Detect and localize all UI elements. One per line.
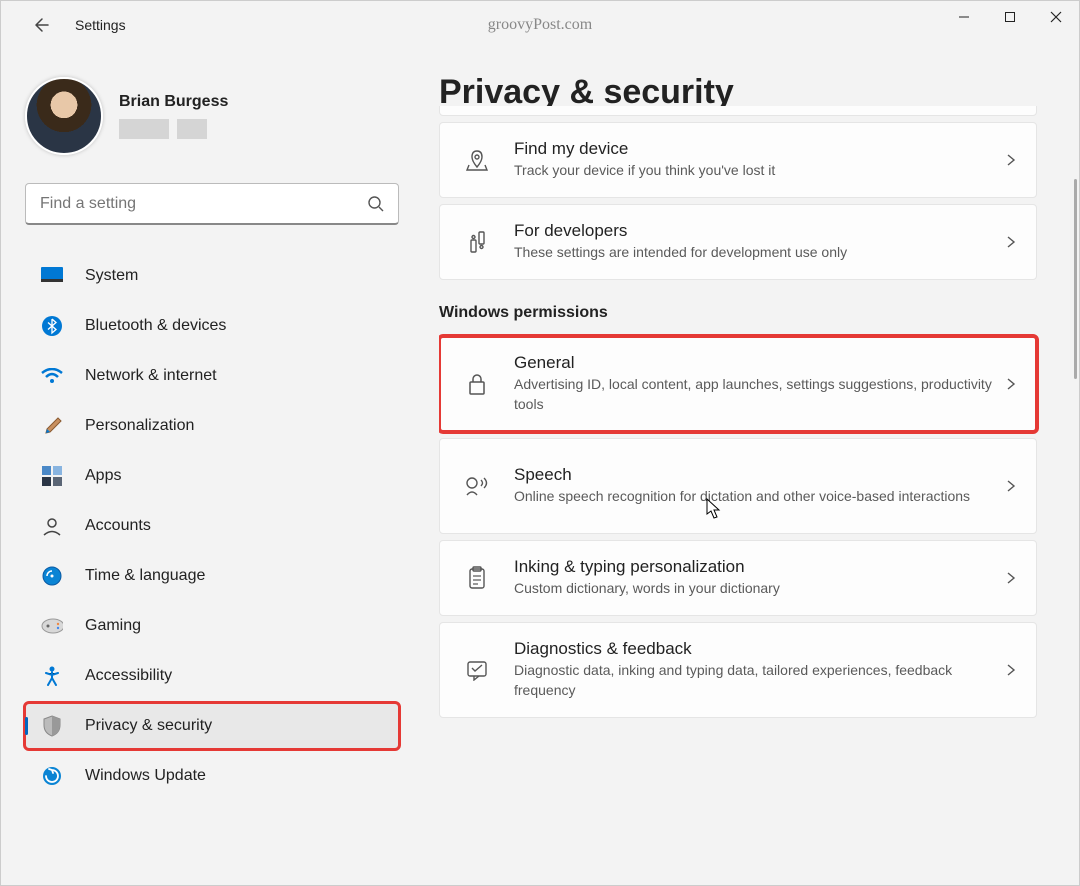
card-sub: Advertising ID, local content, app launc… [514,375,1006,414]
update-icon [41,765,63,787]
card-title: Speech [514,465,1006,485]
location-icon [464,149,490,171]
card-sub: Track your device if you think you've lo… [514,161,1006,181]
sidebar-item-apps[interactable]: Apps [25,453,399,499]
sidebar-item-personalization[interactable]: Personalization [25,403,399,449]
maximize-button[interactable] [987,1,1033,33]
search-input[interactable] [25,183,399,225]
minimize-button[interactable] [941,1,987,33]
accounts-icon [41,515,63,537]
nav-label: Bluetooth & devices [85,317,226,335]
search-icon [367,195,385,213]
clipboard-icon [464,566,490,590]
chevron-right-icon [1006,571,1016,585]
card-sub: Custom dictionary, words in your diction… [514,579,1006,599]
card-windows-security[interactable]: Antivirus, browser, firewall, and networ… [439,106,1037,116]
maximize-icon [1004,11,1016,23]
nav-label: Network & internet [85,367,217,385]
chevron-right-icon [1006,235,1016,249]
nav-label: System [85,267,138,285]
search-box[interactable] [25,183,399,225]
card-find-device[interactable]: Find my device Track your device if you … [439,122,1037,198]
back-button[interactable] [21,5,61,45]
apps-icon [41,465,63,487]
profile[interactable]: Brian Burgess [25,77,401,155]
gaming-icon [41,615,63,637]
wifi-icon [41,365,63,387]
scrollbar[interactable] [1074,179,1077,379]
speech-icon [464,475,490,497]
nav-label: Apps [85,467,121,485]
back-arrow-icon [33,17,49,33]
card-title: For developers [514,221,1006,241]
nav-label: Gaming [85,617,141,635]
titlebar: Settings groovyPost.com [1,1,1079,49]
card-sub: Online speech recognition for dictation … [514,487,1006,507]
close-icon [1050,11,1062,23]
profile-meta [119,119,228,139]
nav: System Bluetooth & devices Network & int… [25,253,401,799]
sidebar-item-gaming[interactable]: Gaming [25,603,399,649]
card-title: Diagnostics & feedback [514,639,1006,659]
brush-icon [41,415,63,437]
card-sub: Diagnostic data, inking and typing data,… [514,661,1006,700]
nav-label: Personalization [85,417,194,435]
nav-label: Time & language [85,567,205,585]
card-speech[interactable]: Speech Online speech recognition for dic… [439,438,1037,534]
sidebar-item-privacy[interactable]: Privacy & security [25,703,399,749]
chevron-right-icon [1006,663,1016,677]
sidebar-item-network[interactable]: Network & internet [25,353,399,399]
card-general[interactable]: General Advertising ID, local content, a… [439,336,1037,432]
sidebar-item-update[interactable]: Windows Update [25,753,399,799]
section-title: Windows permissions [439,304,1055,322]
dev-icon [464,230,490,254]
card-inking[interactable]: Inking & typing personalization Custom d… [439,540,1037,616]
sidebar: Brian Burgess System Bluetooth & devices [1,49,401,885]
chevron-right-icon [1006,377,1016,391]
watermark: groovyPost.com [488,16,592,34]
card-title: General [514,353,1006,373]
sidebar-item-system[interactable]: System [25,253,399,299]
sidebar-item-bluetooth[interactable]: Bluetooth & devices [25,303,399,349]
window-controls [941,1,1079,33]
card-sub: These settings are intended for developm… [514,243,1006,263]
nav-label: Privacy & security [85,717,212,735]
chevron-right-icon [1006,479,1016,493]
accessibility-icon [41,665,63,687]
feedback-icon [464,659,490,681]
sidebar-item-accounts[interactable]: Accounts [25,503,399,549]
lock-icon [464,372,490,396]
card-title: Find my device [514,139,1006,159]
nav-label: Accessibility [85,667,172,685]
shield-icon [41,715,63,737]
card-diagnostics[interactable]: Diagnostics & feedback Diagnostic data, … [439,622,1037,718]
sidebar-item-time[interactable]: Time & language [25,553,399,599]
sidebar-item-accessibility[interactable]: Accessibility [25,653,399,699]
avatar [25,77,103,155]
profile-name: Brian Burgess [119,93,228,111]
chevron-right-icon [1006,153,1016,167]
main-content: Privacy & security Antivirus, browser, f… [401,49,1079,885]
minimize-icon [958,11,970,23]
card-developers[interactable]: For developers These settings are intend… [439,204,1037,280]
app-title: Settings [75,17,126,33]
system-icon [41,265,63,287]
bluetooth-icon [41,315,63,337]
close-button[interactable] [1033,1,1079,33]
clock-icon [41,565,63,587]
nav-label: Windows Update [85,767,206,785]
card-title: Inking & typing personalization [514,557,1006,577]
nav-label: Accounts [85,517,151,535]
